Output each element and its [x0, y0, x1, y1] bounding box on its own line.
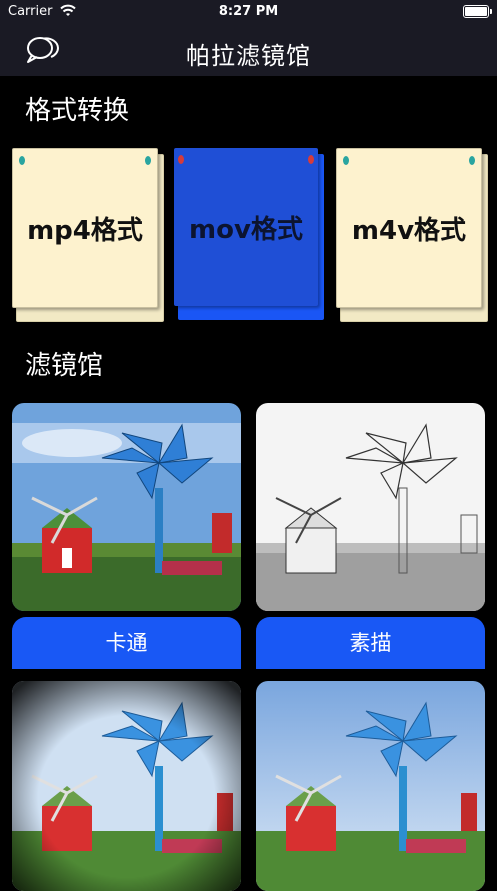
filter-thumbnail-original[interactable]	[256, 681, 485, 891]
format-card-label: m4v格式	[351, 215, 467, 246]
format-card-mov[interactable]: mov格式	[174, 148, 324, 320]
windmill-sketch-image	[256, 403, 485, 611]
windmill-vignette-image	[12, 681, 241, 891]
windmill-original-image	[256, 681, 485, 891]
status-bar: Carrier 8:27 PM	[0, 0, 497, 24]
pin-icon	[145, 156, 151, 165]
filter-button-cartoon[interactable]: 卡通	[12, 617, 241, 669]
clock: 8:27 PM	[218, 4, 279, 19]
navigation-bar: 帕拉滤镜馆	[0, 24, 497, 76]
pin-icon	[19, 156, 25, 165]
filter-section-title: 滤镜馆	[25, 351, 104, 381]
windmill-cartoon-image	[12, 403, 241, 611]
filter-thumbnail-cartoon[interactable]	[12, 403, 241, 611]
page-title: 帕拉滤镜馆	[186, 42, 311, 70]
pin-icon	[308, 155, 314, 164]
pin-icon	[343, 156, 349, 165]
filter-thumbnail-vignette[interactable]	[12, 681, 241, 891]
pin-icon	[469, 156, 475, 165]
filter-thumbnail-sketch[interactable]	[256, 403, 485, 611]
pin-icon	[178, 155, 184, 164]
format-section-title: 格式转换	[25, 96, 130, 126]
format-card-label: mov格式	[189, 214, 303, 245]
format-card-mp4[interactable]: mp4格式	[12, 148, 164, 322]
format-card-label: mp4格式	[27, 215, 143, 246]
filter-button-sketch[interactable]: 素描	[256, 617, 485, 669]
battery-icon	[463, 5, 492, 18]
format-card-m4v[interactable]: m4v格式	[336, 148, 488, 322]
